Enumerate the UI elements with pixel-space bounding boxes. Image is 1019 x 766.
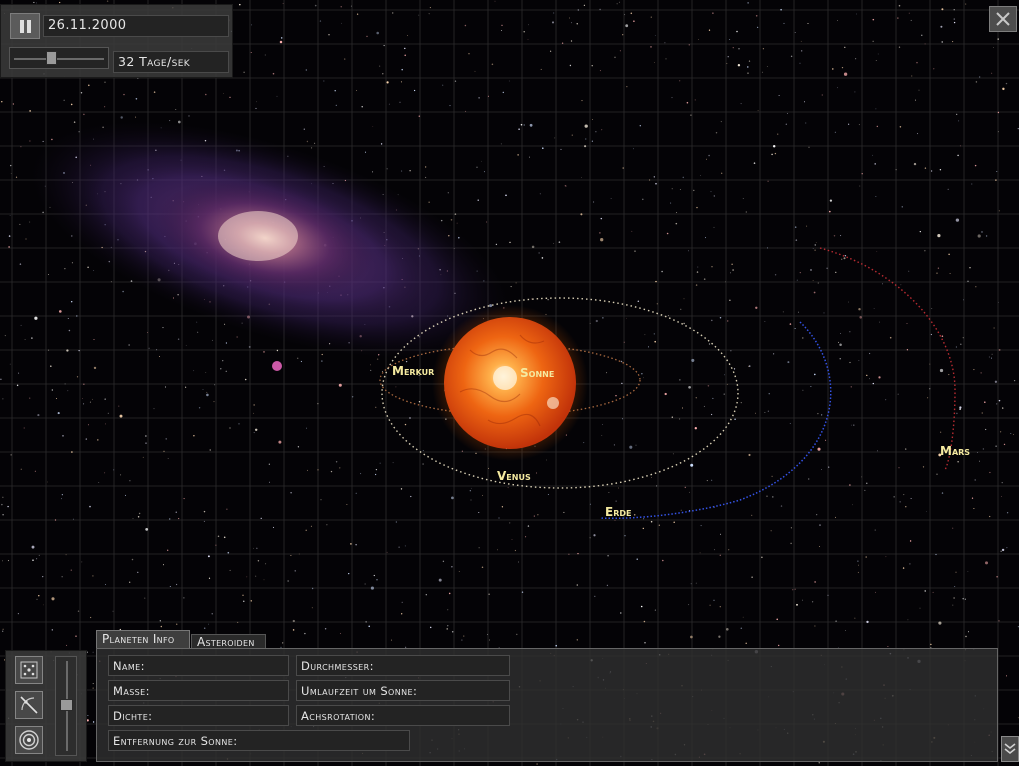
mass-field: Masse: xyxy=(108,680,289,701)
mercury-label: Merkur xyxy=(392,364,434,378)
axis-rotation-field: Achsrotation: xyxy=(296,705,510,726)
sun-label: Sonne xyxy=(520,366,554,380)
speed-slider-handle[interactable] xyxy=(46,51,58,65)
earth-label: Erde xyxy=(605,505,631,519)
orbit-lines-icon xyxy=(20,696,38,714)
date-display: 26.11.2000 xyxy=(43,15,229,37)
close-button[interactable] xyxy=(989,6,1017,32)
orbit-toggle-button[interactable] xyxy=(15,691,43,719)
scroll-down-button[interactable] xyxy=(1001,736,1019,762)
double-chevron-down-icon xyxy=(1004,743,1016,755)
speed-display: 32 Tage/sek xyxy=(113,51,229,73)
target-icon xyxy=(19,730,39,750)
planet-info-panel: Name: Masse: Dichte: Entfernung zur Sonn… xyxy=(96,648,998,762)
zoom-slider[interactable] xyxy=(55,656,77,756)
tab-asteroids[interactable]: Asteroiden xyxy=(191,634,266,649)
asteroid-field-icon xyxy=(20,661,38,679)
view-tools-panel xyxy=(5,650,87,762)
orbital-period-field: Umlaufzeit um Sonne: xyxy=(296,680,510,701)
time-control-panel: 26.11.2000 32 Tage/sek xyxy=(0,4,233,78)
diameter-field: Durchmesser: xyxy=(296,655,510,676)
target-button[interactable] xyxy=(15,726,43,754)
tab-planet-info[interactable]: Planeten Info xyxy=(96,630,190,649)
distance-field: Entfernung zur Sonne: xyxy=(108,730,410,751)
mars-label: Mars xyxy=(940,444,970,458)
venus-label: Venus xyxy=(497,469,531,483)
speed-slider[interactable] xyxy=(9,47,109,69)
earth-orbit xyxy=(599,321,832,520)
density-field: Dichte: xyxy=(108,705,289,726)
pause-icon xyxy=(19,19,31,33)
name-field: Name: xyxy=(108,655,289,676)
asteroid-toggle-button[interactable] xyxy=(15,656,43,684)
close-icon xyxy=(996,12,1010,26)
zoom-slider-handle[interactable] xyxy=(60,699,73,712)
pause-button[interactable] xyxy=(10,13,40,39)
